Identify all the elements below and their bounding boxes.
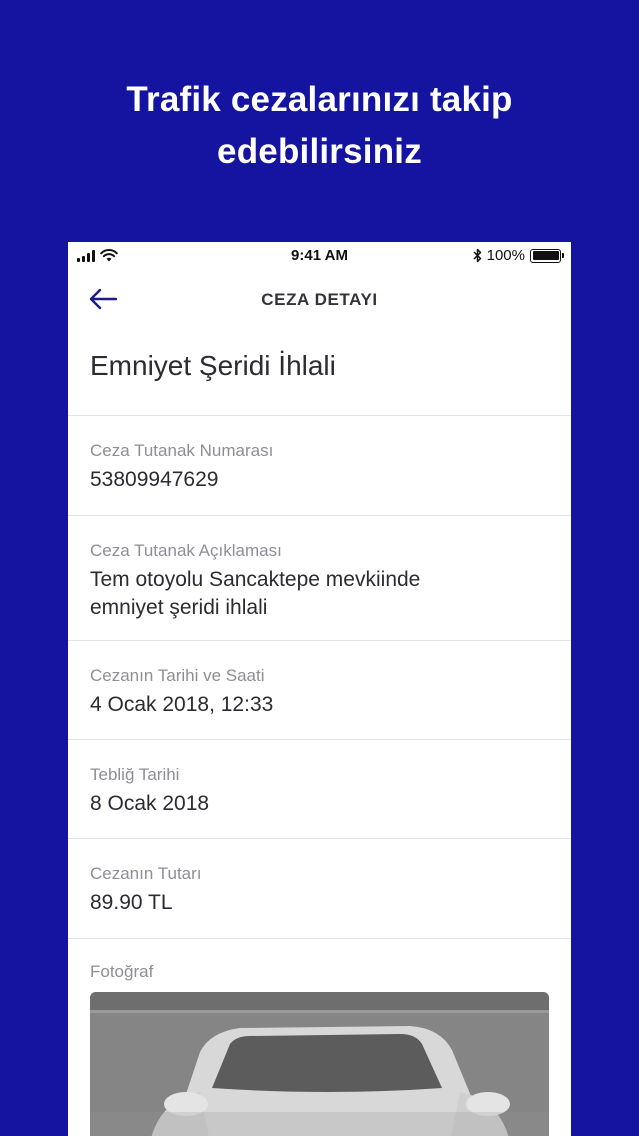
promo-headline: Trafik cezalarınızı takip edebilirsiniz <box>0 74 639 178</box>
photo-section: Fotoğraf <box>68 939 571 1136</box>
field-label: Tebliğ Tarihi <box>90 765 180 784</box>
violation-photo[interactable] <box>90 992 549 1136</box>
battery-percentage: 100% <box>486 247 525 264</box>
field-label: Cezanın Tarihi ve Saati <box>90 666 265 685</box>
phone-screen: 9:41 AM 100% CEZA DETAYI Emniyet Şeridi … <box>68 242 571 1136</box>
navigation-bar: CEZA DETAYI <box>68 270 571 328</box>
field-value: 4 Ocak 2018, 12:33 <box>90 693 274 716</box>
page-title: Emniyet Şeridi İhlali <box>68 328 571 416</box>
field-label: Cezanın Tutarı <box>90 864 202 883</box>
car-photo-image <box>90 992 549 1136</box>
status-bar: 9:41 AM 100% <box>68 242 571 270</box>
promo-headline-line2: edebilirsiniz <box>217 132 422 171</box>
field-fine-datetime: Cezanın Tarihi ve Saati 4 Ocak 2018, 12:… <box>68 641 571 740</box>
promo-headline-line1: Trafik cezalarınızı takip <box>126 80 513 119</box>
field-label: Ceza Tutanak Açıklaması <box>90 541 282 560</box>
field-fine-description: Ceza Tutanak Açıklaması Tem otoyolu Sanc… <box>68 516 571 641</box>
status-right: 100% <box>473 247 564 264</box>
field-fine-amount: Cezanın Tutarı 89.90 TL <box>68 839 571 939</box>
field-value-line2: emniyet şeridi ihlali <box>90 596 268 619</box>
nav-title: CEZA DETAYI <box>261 290 378 309</box>
field-fine-number: Ceza Tutanak Numarası 53809947629 <box>68 416 571 516</box>
field-label: Ceza Tutanak Numarası <box>90 441 274 460</box>
field-value: 89.90 TL <box>90 891 173 914</box>
bluetooth-icon <box>473 248 481 263</box>
photo-label: Fotoğraf <box>90 962 154 981</box>
field-notification-date: Tebliğ Tarihi 8 Ocak 2018 <box>68 740 571 839</box>
field-value: 8 Ocak 2018 <box>90 792 210 815</box>
field-value: 53809947629 <box>90 468 219 491</box>
field-value: Tem otoyolu Sancaktepe mevkiinde emniyet… <box>90 566 549 622</box>
field-value-line1: Tem otoyolu Sancaktepe mevkiinde <box>90 568 421 591</box>
battery-icon <box>530 248 564 263</box>
